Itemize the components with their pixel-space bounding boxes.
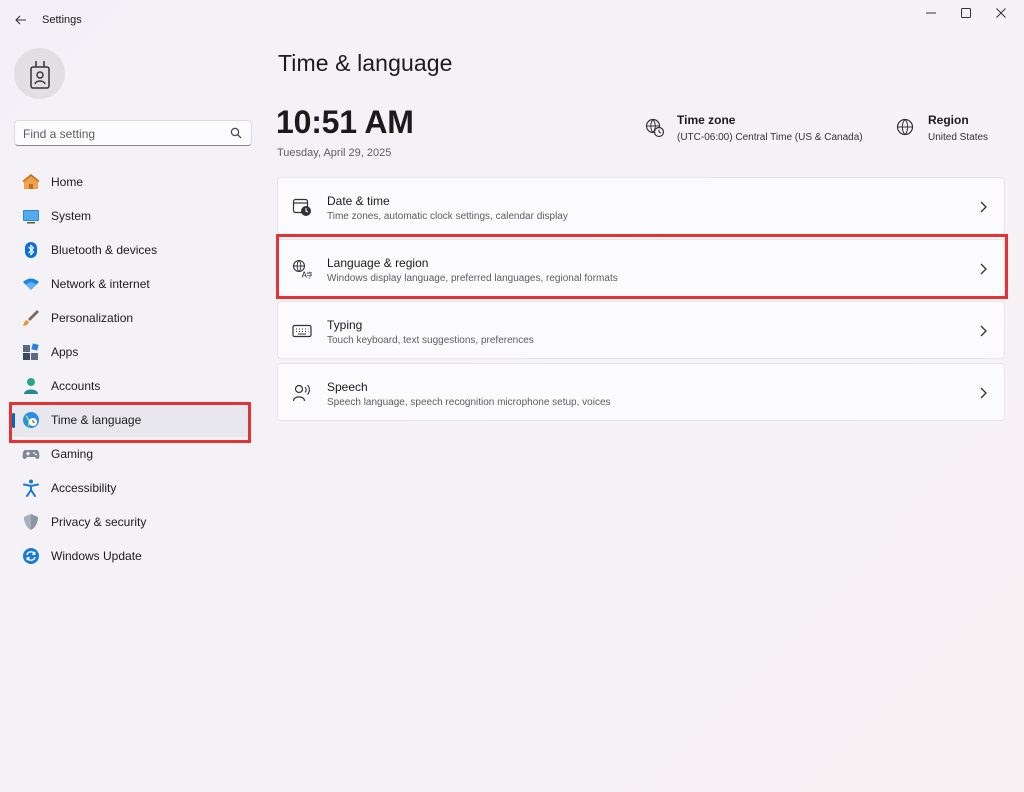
bluetooth-icon	[22, 241, 40, 259]
sidebar-item-personalization[interactable]: Personalization	[10, 301, 250, 335]
person-icon	[22, 377, 40, 395]
search-input[interactable]	[23, 125, 223, 142]
wifi-icon	[22, 275, 40, 293]
gamepad-icon	[22, 445, 40, 463]
user-badge-icon	[29, 60, 50, 89]
region-info: Region United States	[896, 112, 988, 143]
svg-text:字: 字	[307, 271, 313, 280]
apps-icon	[22, 343, 40, 361]
card-title: Speech	[327, 380, 368, 394]
sidebar-item-windows-update[interactable]: Windows Update	[10, 539, 250, 573]
monitor-icon	[22, 207, 40, 225]
globe-clock-icon	[645, 118, 665, 138]
close-button[interactable]	[978, 0, 1024, 26]
page-title: Time & language	[278, 50, 453, 76]
sidebar-nav: Home System Bluetooth & devices Network …	[10, 165, 250, 573]
calendar-clock-icon	[292, 197, 312, 217]
shield-icon	[22, 513, 40, 531]
accessibility-icon	[22, 479, 40, 497]
card-title: Date & time	[327, 194, 390, 208]
current-time: 10:51 AM	[276, 104, 414, 140]
sidebar-item-privacy[interactable]: Privacy & security	[10, 505, 250, 539]
chevron-right-icon	[980, 325, 987, 337]
card-subtitle: Speech language, speech recognition micr…	[327, 397, 611, 408]
search-icon[interactable]	[230, 127, 242, 139]
back-button[interactable]	[10, 9, 32, 31]
back-arrow-icon	[15, 15, 26, 25]
globe-icon	[896, 118, 914, 136]
settings-cards: Date & time Time zones, automatic clock …	[277, 177, 1005, 425]
timezone-value: (UTC-06:00) Central Time (US & Canada)	[677, 132, 863, 143]
sidebar-item-system[interactable]: System	[10, 199, 250, 233]
speech-card[interactable]: Speech Speech language, speech recogniti…	[277, 363, 1005, 421]
card-title: Typing	[327, 318, 363, 332]
user-avatar[interactable]	[14, 48, 65, 99]
paintbrush-icon	[22, 309, 40, 327]
sidebar-item-gaming[interactable]: Gaming	[10, 437, 250, 471]
chevron-right-icon	[980, 201, 987, 213]
sidebar-item-accessibility[interactable]: Accessibility	[10, 471, 250, 505]
maximize-icon	[961, 8, 971, 18]
region-title: Region	[928, 113, 969, 127]
chevron-right-icon	[980, 387, 987, 399]
card-subtitle: Time zones, automatic clock settings, ca…	[327, 211, 568, 222]
language-region-card[interactable]: A字 Language & region Windows display lan…	[277, 239, 1005, 297]
keyboard-icon	[292, 321, 312, 341]
minimize-icon	[926, 12, 936, 14]
card-subtitle: Touch keyboard, text suggestions, prefer…	[327, 335, 534, 346]
sidebar-item-accounts[interactable]: Accounts	[10, 369, 250, 403]
close-icon	[996, 8, 1006, 18]
home-icon	[22, 173, 40, 191]
sidebar-item-apps[interactable]: Apps	[10, 335, 250, 369]
typing-card[interactable]: Typing Touch keyboard, text suggestions,…	[277, 301, 1005, 359]
search-box[interactable]	[14, 120, 252, 146]
globe-clock-icon	[22, 411, 40, 429]
sidebar-item-home[interactable]: Home	[10, 165, 250, 199]
update-icon	[22, 547, 40, 565]
app-title: Settings	[42, 14, 82, 26]
chevron-right-icon	[980, 263, 987, 275]
title-bar: Settings	[0, 0, 1024, 40]
sidebar-item-network[interactable]: Network & internet	[10, 267, 250, 301]
region-value: United States	[928, 132, 989, 143]
date-time-card[interactable]: Date & time Time zones, automatic clock …	[277, 177, 1005, 235]
language-icon: A字	[292, 259, 312, 279]
timezone-title: Time zone	[677, 113, 736, 127]
current-date: Tuesday, April 29, 2025	[277, 147, 392, 159]
card-title: Language & region	[327, 256, 429, 270]
card-subtitle: Windows display language, preferred lang…	[327, 273, 618, 284]
speech-icon	[292, 383, 312, 403]
timezone-info: Time zone (UTC-06:00) Central Time (US &…	[645, 112, 863, 143]
sidebar-item-bluetooth[interactable]: Bluetooth & devices	[10, 233, 250, 267]
sidebar-item-time-language[interactable]: Time & language	[10, 403, 250, 437]
